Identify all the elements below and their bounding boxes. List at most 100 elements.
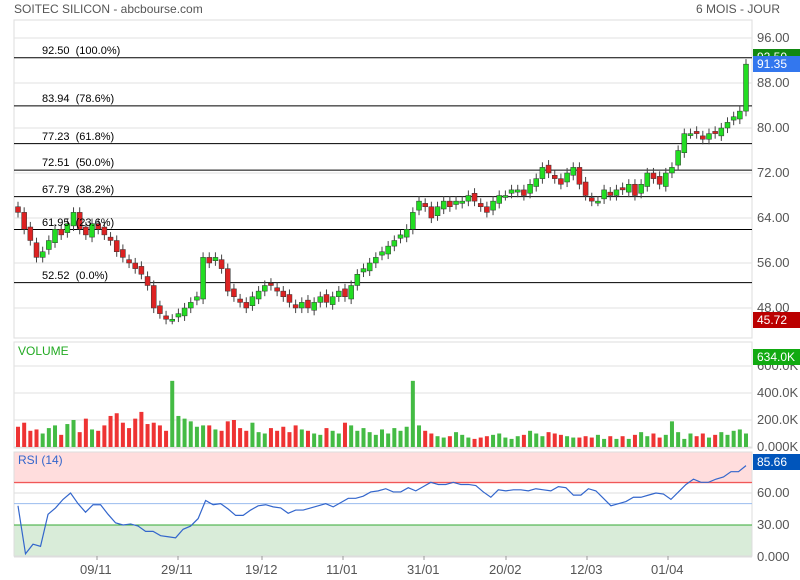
volume-bar bbox=[423, 430, 428, 447]
candle bbox=[496, 195, 502, 204]
candle bbox=[613, 189, 620, 196]
candle bbox=[311, 302, 317, 311]
volume-bar bbox=[589, 437, 594, 447]
price-tick-label: 80.00 bbox=[757, 120, 790, 135]
volume-bar bbox=[608, 436, 613, 447]
candle bbox=[681, 133, 688, 153]
price-tick-label: 88.00 bbox=[757, 75, 790, 90]
candle bbox=[150, 285, 157, 309]
candle bbox=[410, 212, 416, 230]
volume-bar bbox=[65, 424, 70, 447]
volume-bar bbox=[521, 434, 526, 447]
candle bbox=[348, 285, 354, 300]
candle bbox=[138, 266, 145, 275]
candle bbox=[27, 226, 34, 241]
candle bbox=[422, 203, 428, 207]
volume-bar bbox=[460, 434, 465, 447]
volume-bar bbox=[509, 438, 514, 447]
volume-bar bbox=[595, 434, 600, 447]
volume-tick-label: 0.000K bbox=[757, 439, 799, 454]
volume-bar bbox=[441, 437, 446, 447]
candle bbox=[218, 259, 225, 269]
x-axis-label: 12/03 bbox=[570, 562, 603, 577]
candle bbox=[638, 184, 644, 194]
volume-bar bbox=[83, 418, 88, 447]
fibonacci-label: 61.95 (23.6%) bbox=[42, 216, 115, 229]
candle bbox=[656, 176, 663, 185]
volume-bar bbox=[645, 436, 650, 447]
candle bbox=[126, 259, 132, 264]
candle bbox=[181, 307, 188, 317]
volume-bar bbox=[632, 434, 637, 447]
volume-bar bbox=[262, 433, 267, 447]
volume-bar bbox=[188, 421, 193, 447]
x-axis-label: 11/01 bbox=[326, 562, 358, 577]
candle bbox=[693, 131, 700, 134]
volume-bar bbox=[571, 437, 576, 447]
candle bbox=[286, 294, 293, 303]
candle bbox=[539, 167, 546, 179]
candle bbox=[21, 212, 27, 230]
candle bbox=[508, 189, 515, 194]
volume-bar bbox=[688, 433, 693, 447]
candle bbox=[317, 296, 324, 303]
x-axis-label: 29/11 bbox=[161, 562, 193, 577]
candle bbox=[194, 296, 200, 301]
volume-bar bbox=[336, 433, 341, 447]
volume-bar bbox=[34, 429, 39, 447]
candle bbox=[187, 302, 194, 309]
price-panel bbox=[13, 19, 753, 339]
volume-bar bbox=[669, 421, 674, 447]
volume-bar bbox=[299, 429, 304, 447]
candle bbox=[52, 229, 58, 243]
volume-title: VOLUME bbox=[18, 344, 69, 358]
candle bbox=[342, 288, 348, 297]
candle bbox=[46, 240, 52, 250]
candle bbox=[521, 189, 527, 196]
candle bbox=[595, 200, 601, 204]
volume-bar bbox=[700, 433, 705, 447]
volume-bar bbox=[552, 433, 557, 447]
volume-bar bbox=[90, 429, 95, 447]
candle bbox=[632, 184, 638, 196]
candle bbox=[440, 200, 447, 210]
candle bbox=[157, 305, 163, 314]
volume-bar bbox=[429, 433, 434, 447]
volume-bar bbox=[176, 415, 181, 447]
volume-bar bbox=[268, 428, 273, 447]
candle bbox=[663, 172, 669, 187]
volume-bar bbox=[454, 432, 459, 447]
volume-bar bbox=[392, 428, 397, 447]
last-rsi-label: 85.66 bbox=[753, 454, 800, 470]
volume-bar bbox=[719, 432, 724, 447]
volume-bar bbox=[614, 438, 619, 447]
volume-bar bbox=[663, 434, 668, 447]
volume-bar bbox=[528, 430, 533, 447]
volume-bar bbox=[139, 411, 144, 447]
x-axis-label: 01/04 bbox=[651, 562, 684, 577]
volume-bar bbox=[281, 426, 286, 447]
volume-bar bbox=[102, 425, 107, 447]
volume-bar bbox=[287, 432, 292, 447]
volume-bar bbox=[737, 429, 742, 447]
candle bbox=[589, 197, 595, 202]
volume-bar bbox=[324, 428, 329, 447]
volume-bar bbox=[417, 425, 422, 447]
volume-bar bbox=[201, 425, 206, 447]
candle bbox=[397, 234, 404, 239]
volume-bar bbox=[546, 432, 551, 447]
candle bbox=[379, 251, 385, 256]
volume-bar bbox=[682, 438, 687, 447]
candle bbox=[354, 274, 361, 286]
volume-bar bbox=[28, 430, 33, 447]
volume-bar bbox=[534, 433, 539, 447]
volume-bar bbox=[583, 436, 588, 447]
candle bbox=[144, 276, 151, 286]
volume-bar bbox=[330, 430, 335, 447]
volume-tick-label: 400.0K bbox=[757, 385, 799, 400]
volume-bar bbox=[207, 425, 212, 447]
candle bbox=[601, 189, 607, 200]
volume-bar bbox=[342, 422, 347, 447]
candle bbox=[366, 262, 373, 272]
price-tick-label: 64.00 bbox=[757, 210, 790, 225]
